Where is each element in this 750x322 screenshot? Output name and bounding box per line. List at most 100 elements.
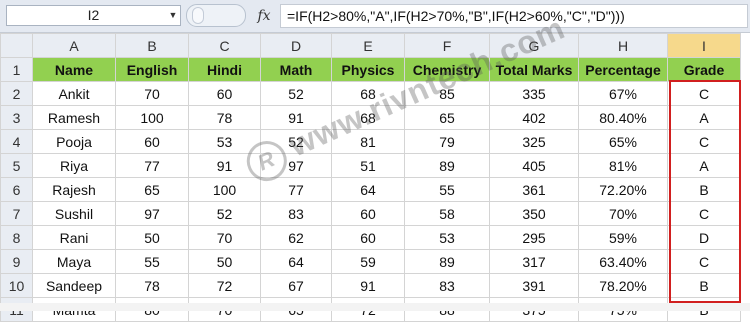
table-cell[interactable]: 60 bbox=[115, 129, 189, 154]
table-cell[interactable]: 59% bbox=[578, 225, 668, 250]
header-cell[interactable]: Hindi bbox=[188, 57, 261, 82]
table-cell[interactable]: 100 bbox=[188, 177, 261, 202]
column-header-c[interactable]: C bbox=[188, 33, 261, 58]
formula-bar-resize-handle[interactable] bbox=[186, 4, 246, 27]
header-cell[interactable]: Name bbox=[32, 57, 116, 82]
table-cell[interactable]: 97 bbox=[115, 201, 189, 226]
table-cell[interactable]: Pooja bbox=[32, 129, 116, 154]
table-cell[interactable]: A bbox=[667, 153, 741, 178]
table-cell[interactable]: C bbox=[667, 81, 741, 106]
table-cell[interactable]: 81% bbox=[578, 153, 668, 178]
table-cell[interactable]: 89 bbox=[404, 153, 490, 178]
table-cell[interactable]: 91 bbox=[331, 273, 405, 298]
table-cell[interactable]: Sandeep bbox=[32, 273, 116, 298]
table-cell[interactable]: 50 bbox=[115, 225, 189, 250]
select-all-corner[interactable] bbox=[0, 33, 33, 58]
table-cell[interactable]: 52 bbox=[260, 81, 332, 106]
column-header-d[interactable]: D bbox=[260, 33, 332, 58]
row-header[interactable]: 3 bbox=[0, 105, 33, 130]
table-cell[interactable]: 60 bbox=[188, 81, 261, 106]
table-cell[interactable]: 361 bbox=[489, 177, 579, 202]
table-cell[interactable]: 58 bbox=[404, 201, 490, 226]
column-header-h[interactable]: H bbox=[578, 33, 668, 58]
table-cell[interactable]: 325 bbox=[489, 129, 579, 154]
table-cell[interactable]: Ramesh bbox=[32, 105, 116, 130]
table-cell[interactable]: 72.20% bbox=[578, 177, 668, 202]
table-cell[interactable]: B bbox=[667, 273, 741, 298]
table-cell[interactable]: 89 bbox=[404, 249, 490, 274]
table-cell[interactable]: C bbox=[667, 201, 741, 226]
table-cell[interactable]: 51 bbox=[331, 153, 405, 178]
table-cell[interactable]: 402 bbox=[489, 105, 579, 130]
table-cell[interactable]: 80.40% bbox=[578, 105, 668, 130]
column-header-e[interactable]: E bbox=[331, 33, 405, 58]
table-cell[interactable]: 64 bbox=[260, 249, 332, 274]
table-cell[interactable]: 60 bbox=[331, 201, 405, 226]
table-cell[interactable]: 55 bbox=[404, 177, 490, 202]
header-cell[interactable]: Grade bbox=[667, 57, 741, 82]
name-box[interactable]: I2 bbox=[6, 5, 181, 26]
table-cell[interactable]: Riya bbox=[32, 153, 116, 178]
row-header[interactable]: 8 bbox=[0, 225, 33, 250]
table-cell[interactable]: 317 bbox=[489, 249, 579, 274]
table-cell[interactable]: 65% bbox=[578, 129, 668, 154]
table-cell[interactable]: Ankit bbox=[32, 81, 116, 106]
table-cell[interactable]: Rani bbox=[32, 225, 116, 250]
table-cell[interactable]: 77 bbox=[260, 177, 332, 202]
table-cell[interactable]: Maya bbox=[32, 249, 116, 274]
row-header[interactable]: 1 bbox=[0, 57, 33, 82]
table-cell[interactable]: 70% bbox=[578, 201, 668, 226]
table-cell[interactable]: A bbox=[667, 105, 741, 130]
table-cell[interactable]: 60 bbox=[331, 225, 405, 250]
table-cell[interactable]: 295 bbox=[489, 225, 579, 250]
row-header[interactable]: 5 bbox=[0, 153, 33, 178]
chevron-down-icon[interactable]: ▼ bbox=[166, 5, 180, 26]
header-cell[interactable]: Percentage bbox=[578, 57, 668, 82]
table-cell[interactable]: C bbox=[667, 129, 741, 154]
table-cell[interactable]: C bbox=[667, 249, 741, 274]
table-cell[interactable]: 59 bbox=[331, 249, 405, 274]
row-header[interactable]: 6 bbox=[0, 177, 33, 202]
header-cell[interactable]: Math bbox=[260, 57, 332, 82]
table-cell[interactable]: 50 bbox=[188, 249, 261, 274]
table-cell[interactable]: 67% bbox=[578, 81, 668, 106]
header-cell[interactable]: Physics bbox=[331, 57, 405, 82]
table-cell[interactable]: 83 bbox=[260, 201, 332, 226]
insert-function-button[interactable]: fx bbox=[254, 6, 274, 26]
table-cell[interactable]: 78 bbox=[115, 273, 189, 298]
table-cell[interactable]: 65 bbox=[115, 177, 189, 202]
table-cell[interactable]: 77 bbox=[115, 153, 189, 178]
column-header-a[interactable]: A bbox=[32, 33, 116, 58]
table-cell[interactable]: 62 bbox=[260, 225, 332, 250]
table-cell[interactable]: Rajesh bbox=[32, 177, 116, 202]
table-cell[interactable]: D bbox=[667, 225, 741, 250]
table-cell[interactable]: 53 bbox=[404, 225, 490, 250]
table-cell[interactable]: 350 bbox=[489, 201, 579, 226]
table-cell[interactable]: 67 bbox=[260, 273, 332, 298]
table-cell[interactable]: Sushil bbox=[32, 201, 116, 226]
column-header-b[interactable]: B bbox=[115, 33, 189, 58]
row-header[interactable]: 7 bbox=[0, 201, 33, 226]
table-cell[interactable]: 78.20% bbox=[578, 273, 668, 298]
table-cell[interactable]: 79 bbox=[404, 129, 490, 154]
table-cell[interactable]: 391 bbox=[489, 273, 579, 298]
row-header[interactable]: 9 bbox=[0, 249, 33, 274]
column-header-i[interactable]: I bbox=[667, 33, 741, 58]
table-cell[interactable]: 72 bbox=[188, 273, 261, 298]
table-cell[interactable]: 83 bbox=[404, 273, 490, 298]
table-cell[interactable]: 405 bbox=[489, 153, 579, 178]
header-cell[interactable]: English bbox=[115, 57, 189, 82]
row-header[interactable]: 2 bbox=[0, 81, 33, 106]
table-cell[interactable]: 78 bbox=[188, 105, 261, 130]
table-cell[interactable]: 100 bbox=[115, 105, 189, 130]
table-cell[interactable]: 64 bbox=[331, 177, 405, 202]
row-header[interactable]: 4 bbox=[0, 129, 33, 154]
table-cell[interactable]: 335 bbox=[489, 81, 579, 106]
formula-input[interactable]: =IF(H2>80%,"A",IF(H2>70%,"B",IF(H2>60%,"… bbox=[280, 4, 748, 28]
table-cell[interactable]: 70 bbox=[115, 81, 189, 106]
row-header[interactable]: 10 bbox=[0, 273, 33, 298]
table-cell[interactable]: B bbox=[667, 177, 741, 202]
table-cell[interactable]: 52 bbox=[188, 201, 261, 226]
table-cell[interactable]: 55 bbox=[115, 249, 189, 274]
table-cell[interactable]: 70 bbox=[188, 225, 261, 250]
